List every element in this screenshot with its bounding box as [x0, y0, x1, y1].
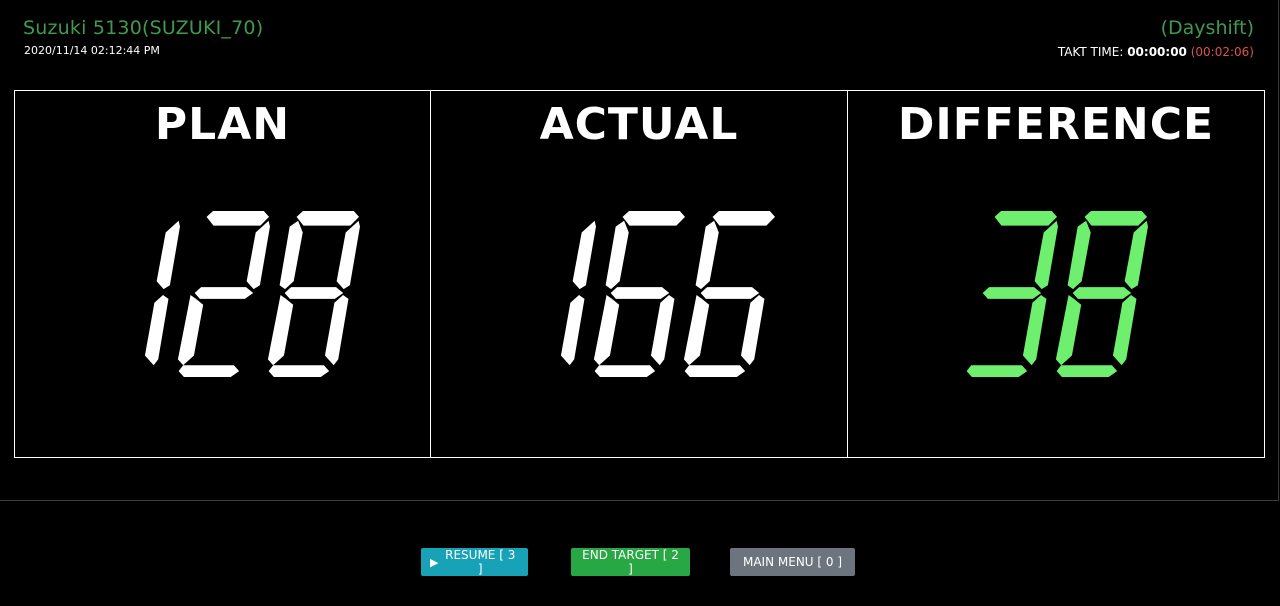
segment-e [683, 294, 710, 366]
board-top-panel: Suzuki 5130(SUZUKI_70) 2020/11/14 02:12:… [0, 0, 1279, 501]
plan-panel: PLAN [14, 90, 431, 458]
machine-title: Suzuki 5130(SUZUKI_70) [23, 17, 264, 39]
segment-d [966, 365, 1028, 377]
segment-a [994, 211, 1058, 226]
digit-6 [593, 211, 686, 377]
segment-d [268, 365, 329, 377]
action-bar: ▶ RESUME [ 3 ] END TARGET [ 2 ] MAIN MEN… [0, 548, 1280, 576]
actual-panel: ACTUAL [431, 90, 848, 458]
segment-f [279, 220, 303, 290]
segment-d [684, 365, 746, 377]
digit-1 [144, 220, 180, 366]
segment-g [982, 287, 1042, 299]
main-menu-button[interactable]: MAIN MENU [ 0 ] [730, 548, 855, 576]
actual-value [431, 209, 847, 379]
segment-b [336, 220, 360, 290]
segment-g [194, 287, 253, 299]
resume-button[interactable]: ▶ RESUME [ 3 ] [421, 548, 528, 576]
difference-panel: DIFFERENCE [848, 90, 1265, 458]
segment-d [178, 365, 239, 377]
segment-c [1112, 294, 1137, 366]
plan-value [15, 209, 430, 379]
segment-g [1072, 287, 1132, 299]
segment-a [296, 211, 359, 226]
segment-a [206, 211, 269, 226]
takt-time-label: TAKT TIME: [1057, 45, 1124, 59]
digit-8 [1055, 211, 1148, 377]
difference-label: DIFFERENCE [897, 99, 1215, 150]
end-target-button[interactable]: END TARGET [ 2 ] [571, 548, 690, 576]
play-icon: ▶ [430, 555, 439, 569]
plan-label: PLAN [154, 99, 291, 150]
resume-label: RESUME [ 3 ] [445, 548, 516, 576]
segment-a [712, 211, 776, 226]
segment-b [1124, 220, 1148, 290]
segment-b [572, 220, 596, 290]
digit-1 [560, 220, 596, 366]
segment-f [1067, 220, 1091, 290]
segment-e [1055, 294, 1082, 366]
actual-label: ACTUAL [539, 99, 739, 150]
segment-d [594, 365, 656, 377]
segment-g [284, 287, 343, 299]
segment-c [740, 294, 765, 366]
segment-e [593, 294, 620, 366]
segment-b [1034, 220, 1058, 290]
segment-c [1022, 294, 1047, 366]
segment-a [1084, 211, 1148, 226]
datetime-display: 2020/11/14 02:12:44 PM [24, 44, 160, 57]
segment-e [267, 294, 293, 366]
takt-time-value: 00:00:00 [1127, 45, 1187, 59]
segment-f [695, 220, 719, 290]
takt-time: TAKT TIME: 00:00:00 (00:02:06) [1058, 45, 1254, 59]
segment-c [324, 294, 348, 366]
digit-2 [177, 211, 270, 377]
digit-6 [683, 211, 776, 377]
shift-label: (Dayshift) [1160, 17, 1254, 39]
counter-board: PLAN ACTUAL DIFFERENCE [14, 90, 1265, 458]
segment-b [246, 220, 270, 290]
production-board-screen: Suzuki 5130(SUZUKI_70) 2020/11/14 02:12:… [0, 0, 1280, 606]
segment-c [650, 294, 675, 366]
segment-b [156, 220, 180, 290]
segment-c [144, 294, 168, 366]
segment-a [622, 211, 686, 226]
segment-c [560, 294, 585, 366]
segment-e [177, 294, 203, 366]
main-menu-label: MAIN MENU [ 0 ] [742, 555, 843, 569]
end-target-label: END TARGET [ 2 ] [582, 548, 679, 576]
difference-value [848, 209, 1264, 379]
takt-time-over: (00:02:06) [1190, 45, 1254, 59]
segment-d [1056, 365, 1118, 377]
segment-g [610, 287, 670, 299]
digit-8 [267, 211, 360, 377]
segment-f [605, 220, 629, 290]
segment-g [700, 287, 760, 299]
digit-3 [966, 211, 1058, 377]
